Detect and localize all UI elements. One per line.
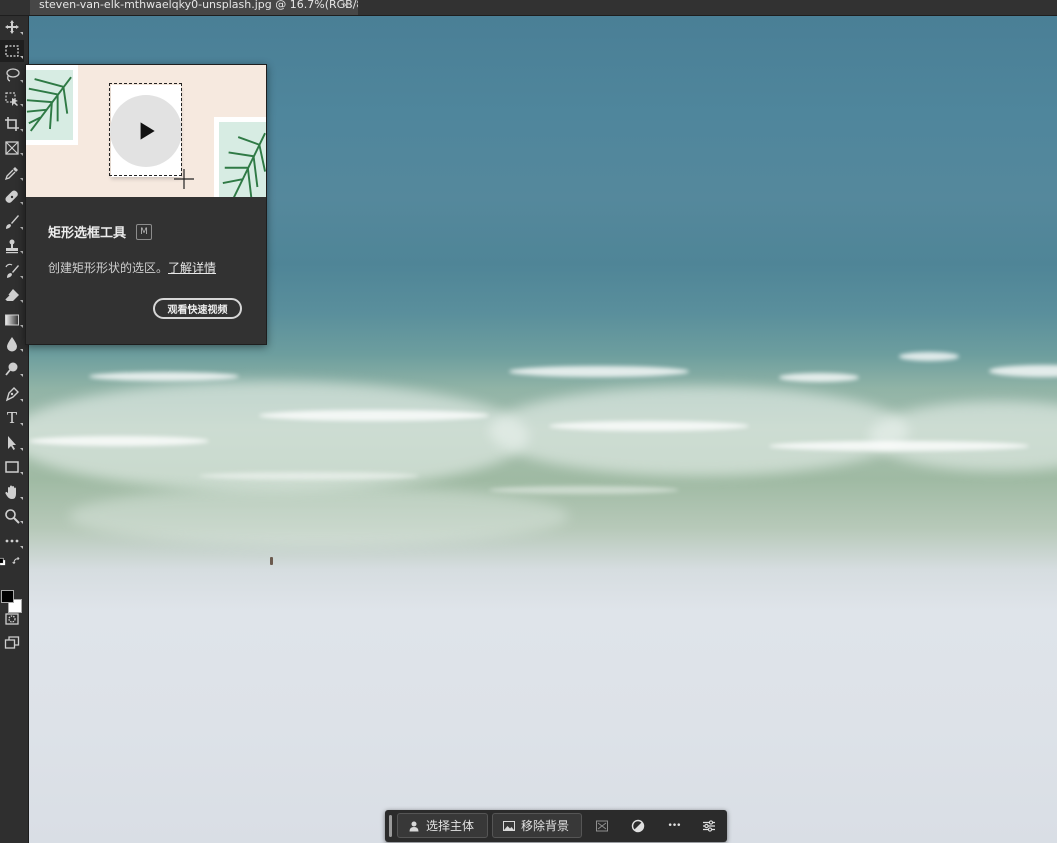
marquee-selection-outline <box>109 83 182 176</box>
crosshair-cursor-icon <box>174 169 194 189</box>
adjustment-circle-icon[interactable] <box>627 816 649 836</box>
object-selection-tool-icon[interactable] <box>0 88 24 110</box>
watch-quick-video-button[interactable]: 观看快速视频 <box>153 298 242 319</box>
quick-mask-icon[interactable] <box>0 608 24 630</box>
contextual-task-bar: 选择主体 移除背景 ••• <box>385 810 727 842</box>
tooltip-description: 创建矩形形状的选区。了解详情 <box>48 259 216 276</box>
shortcut-key-badge: M <box>136 223 153 240</box>
tooltip-title: 矩形选框工具 <box>48 226 127 241</box>
default-colors-icon[interactable] <box>0 554 24 572</box>
tooltip-preview-image[interactable] <box>26 65 266 197</box>
document-tab-bar: steven-van-elk-mthwaelqky0-unsplash.jpg … <box>0 0 1057 16</box>
eyedropper-tool-icon[interactable] <box>0 162 24 184</box>
hand-tool-icon[interactable] <box>0 481 24 503</box>
type-tool-icon[interactable]: T <box>0 407 24 429</box>
screen-mode-icon[interactable] <box>0 632 24 654</box>
rectangle-tool-icon[interactable] <box>0 456 24 478</box>
frame-tool-icon[interactable] <box>0 137 24 159</box>
rectangular-marquee-tool-icon[interactable] <box>0 40 24 62</box>
remove-background-label: 移除背景 <box>521 819 570 833</box>
document-tab-title: steven-van-elk-mthwaelqky0-unsplash.jpg … <box>39 0 358 11</box>
transform-image-icon[interactable] <box>591 816 613 836</box>
tooltip-title-row: 矩形选框工具 M <box>48 222 153 241</box>
lasso-tool-icon[interactable] <box>0 64 24 86</box>
more-options-icon[interactable]: ••• <box>663 816 685 836</box>
remove-background-button[interactable]: 移除背景 <box>492 813 582 838</box>
document-tab[interactable]: steven-van-elk-mthwaelqky0-unsplash.jpg … <box>30 0 358 15</box>
eraser-tool-icon[interactable] <box>0 284 24 306</box>
type-tool-glyph: T <box>6 409 17 427</box>
tooltip-description-text: 创建矩形形状的选区。 <box>48 261 169 275</box>
zoom-tool-icon[interactable] <box>0 505 24 527</box>
learn-more-link[interactable]: 了解详情 <box>168 261 216 275</box>
crop-tool-icon[interactable] <box>0 113 24 135</box>
dodge-tool-icon[interactable] <box>0 358 24 380</box>
edit-toolbar-icon[interactable] <box>0 530 24 552</box>
more-options-glyph: ••• <box>667 821 682 831</box>
clone-stamp-tool-icon[interactable] <box>0 235 24 257</box>
spot-healing-brush-icon[interactable] <box>0 186 24 208</box>
select-subject-button[interactable]: 选择主体 <box>397 813 488 838</box>
leaf-photo-left <box>26 65 78 145</box>
pen-tool-icon[interactable] <box>0 383 24 405</box>
gradient-tool-icon[interactable] <box>0 309 24 331</box>
image-icon <box>503 820 515 831</box>
history-brush-icon[interactable] <box>0 260 24 282</box>
brush-tool-icon[interactable] <box>0 211 24 233</box>
path-selection-tool-icon[interactable] <box>0 432 24 454</box>
move-tool-icon[interactable] <box>0 16 24 38</box>
person-icon <box>409 821 419 831</box>
tool-tooltip: 矩形选框工具 M 创建矩形形状的选区。了解详情 观看快速视频 <box>25 64 267 345</box>
swap-colors-icon <box>12 556 20 564</box>
taskbar-drag-handle[interactable] <box>389 815 392 837</box>
blur-tool-icon[interactable] <box>0 333 24 355</box>
leaf-photo-right <box>214 117 266 197</box>
select-subject-label: 选择主体 <box>426 819 475 833</box>
foreground-color-swatch[interactable] <box>1 590 14 603</box>
taskbar-settings-icon[interactable] <box>698 816 720 836</box>
person-on-beach <box>270 557 273 565</box>
close-tab-icon[interactable]: × <box>342 1 350 11</box>
